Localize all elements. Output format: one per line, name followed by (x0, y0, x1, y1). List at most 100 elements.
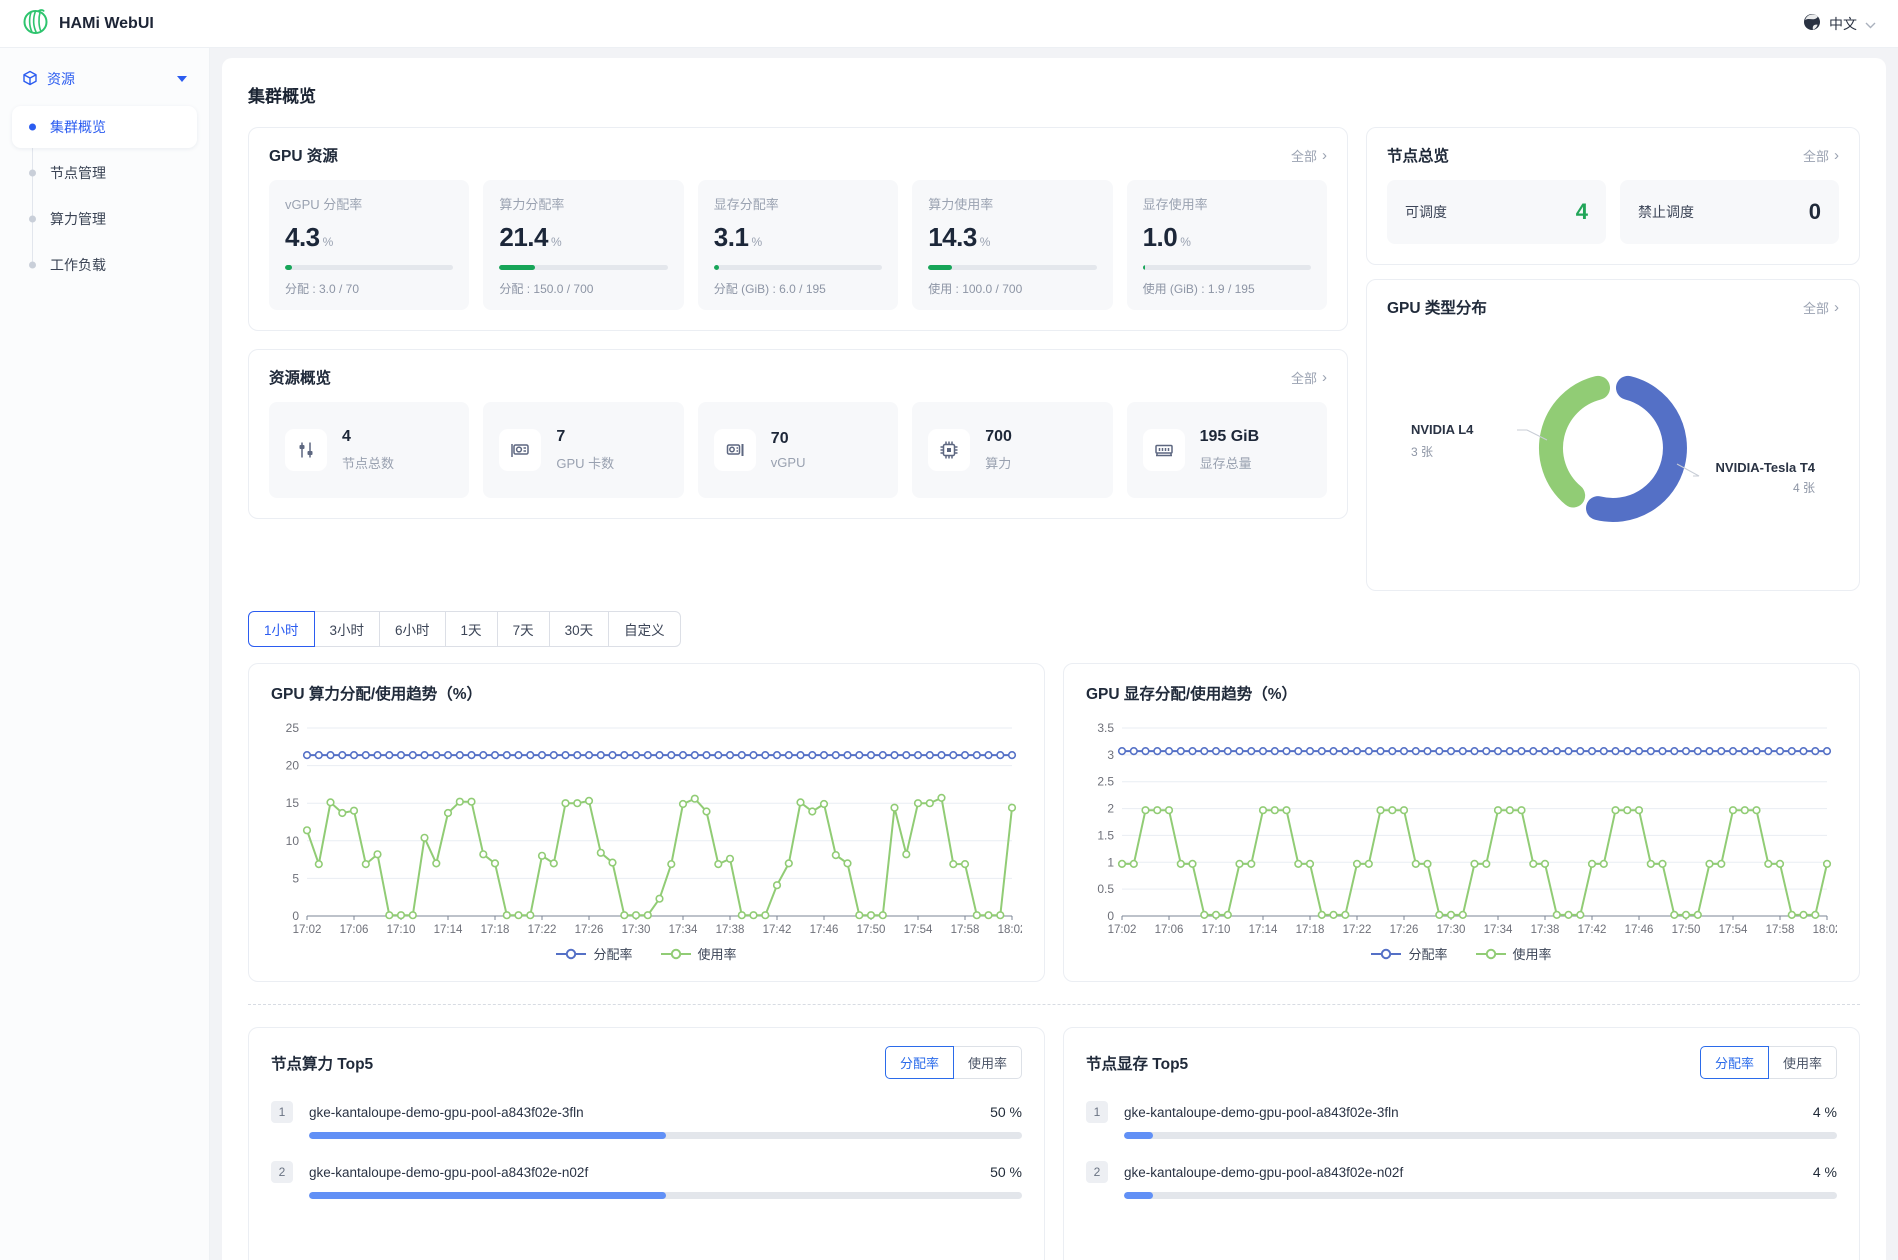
svg-text:5: 5 (292, 871, 299, 885)
legend-item-使用率[interactable]: 使用率 (1476, 944, 1552, 963)
sidebar-item-workloads[interactable]: 工作负载 (12, 244, 197, 286)
unschedulable-tile: 禁止调度 0 (1620, 180, 1839, 244)
svg-text:18:02: 18:02 (998, 924, 1022, 936)
compute-trend-chart: 051015202517:0217:0617:1017:1417:1817:22… (271, 714, 1022, 942)
resource-tile: 4节点总数 (269, 402, 469, 498)
sidebar-item-label: 集群概览 (50, 119, 106, 135)
svg-text:0: 0 (292, 909, 299, 923)
svg-text:17:54: 17:54 (1719, 924, 1748, 936)
legend-item-分配率[interactable]: 分配率 (1371, 944, 1447, 963)
resource-tile: 700算力 (912, 402, 1112, 498)
sidebar-item-compute-management[interactable]: 算力管理 (12, 198, 197, 240)
top5-toggle-0[interactable]: 分配率 (885, 1046, 954, 1079)
node-name: gke-kantaloupe-demo-gpu-pool-a843f02e-3f… (309, 1105, 584, 1120)
legend-item-使用率[interactable]: 使用率 (661, 944, 737, 963)
node-overview-view-all-link[interactable]: 全部 › (1803, 146, 1839, 165)
sidebar-group-resources[interactable]: 资源 (12, 60, 197, 98)
top5-row-item: 1 gke-kantaloupe-demo-gpu-pool-a843f02e-3… (271, 1101, 1022, 1139)
node-memory-top5-card: 节点显存 Top5 分配率使用率 1gke-kantaloupe-demo-gp… (1063, 1027, 1860, 1260)
metric-value-row: 1.0% (1143, 222, 1311, 253)
svg-text:17:50: 17:50 (1672, 924, 1701, 936)
rank-badge: 2 (271, 1161, 293, 1183)
top5-bar-track (1124, 1192, 1837, 1199)
sidebar-item-label: 节点管理 (50, 165, 106, 181)
resource-tile-value: 70 (771, 430, 806, 448)
node-percent-value: 50 % (990, 1164, 1022, 1180)
legend-item-分配率[interactable]: 分配率 (556, 944, 632, 963)
resource-tile-value: 195 GiB (1200, 428, 1260, 446)
node-percent-value: 4 % (1813, 1164, 1837, 1180)
time-range-option-1[interactable]: 3小时 (314, 611, 381, 647)
donut-slice-tesla-t4 (1598, 388, 1675, 510)
gpu-resources-title: GPU 资源 (269, 144, 338, 166)
svg-text:17:06: 17:06 (1155, 924, 1184, 936)
resource-tile-value: 4 (342, 428, 394, 446)
resource-tile-value: 700 (985, 428, 1012, 446)
main-area: 集群概览 GPU 资源 全部 › vGPU 分配率4.3%分配 : 3.0 / … (210, 48, 1898, 1260)
node-name: gke-kantaloupe-demo-gpu-pool-a843f02e-n0… (1124, 1165, 1403, 1180)
metric-progress-fill (285, 265, 292, 270)
legend-label: 分配率 (593, 944, 632, 963)
resource-tile-text: 195 GiB显存总量 (1200, 428, 1260, 472)
metric-progress-fill (499, 265, 535, 270)
time-range-option-5[interactable]: 30天 (549, 611, 610, 647)
top5-bar-track (309, 1132, 1022, 1139)
schedulable-value: 4 (1576, 199, 1588, 225)
node-memory-top5-rows: 1gke-kantaloupe-demo-gpu-pool-a843f02e-3… (1086, 1101, 1837, 1199)
time-range-option-3[interactable]: 1天 (445, 611, 498, 647)
top5-toggle-0[interactable]: 分配率 (1700, 1046, 1769, 1079)
metric-unit: % (1180, 235, 1191, 249)
gpu-type-distribution-card: GPU 类型分布 全部 › NVIDIA L43 张NVIDIA-Tesla T… (1366, 279, 1860, 591)
legend-label: 使用率 (1513, 944, 1552, 963)
svg-text:20: 20 (286, 759, 300, 773)
resource-tile: 195 GiB显存总量 (1127, 402, 1327, 498)
gpu-type-distribution-title: GPU 类型分布 (1387, 296, 1487, 318)
gpu-type-view-all-link[interactable]: 全部 › (1803, 298, 1839, 317)
svg-text:17:14: 17:14 (434, 924, 463, 936)
chevron-right-icon: › (1322, 148, 1327, 163)
resource-tile-text: 7GPU 卡数 (556, 428, 614, 472)
metric-label: 算力使用率 (928, 194, 1096, 213)
chevron-right-icon: › (1322, 370, 1327, 385)
sidebar-item-node-management[interactable]: 节点管理 (12, 152, 197, 194)
donut-label-count: 3 张 (1411, 445, 1433, 459)
top5-row-item: 1gke-kantaloupe-demo-gpu-pool-a843f02e-3… (1086, 1101, 1837, 1139)
metric-progress-track (1143, 265, 1311, 270)
top5-toggle-1[interactable]: 使用率 (1768, 1046, 1837, 1079)
resource-tile: 70 vGPU (698, 402, 898, 498)
resource-tile-value: 7 (556, 428, 614, 446)
svg-text:25: 25 (286, 721, 300, 735)
node-compute-top5-title: 节点算力 Top5 (271, 1052, 373, 1074)
memory-trend-chart: 00.511.522.533.517:0217:0617:1017:1417:1… (1086, 714, 1837, 942)
resource-overview-view-all-link[interactable]: 全部 › (1291, 368, 1327, 387)
svg-text:17:26: 17:26 (575, 924, 604, 936)
node-overview-card: 节点总览 全部 › 可调度 4 禁止调度 0 (1366, 127, 1860, 265)
resource-overview-title: 资源概览 (269, 366, 331, 388)
node-overview-title: 节点总览 (1387, 144, 1449, 166)
resource-tile-label: vGPU (771, 455, 806, 470)
metric-unit: % (751, 235, 762, 249)
metric-progress-fill (928, 265, 952, 270)
svg-text:17:38: 17:38 (1531, 924, 1560, 936)
node-percent-value: 4 % (1813, 1104, 1837, 1120)
node-memory-top5-toggles: 分配率使用率 (1700, 1046, 1837, 1079)
svg-text:17:42: 17:42 (1578, 924, 1607, 936)
main-panel: 集群概览 GPU 资源 全部 › vGPU 分配率4.3%分配 : 3.0 / … (222, 58, 1886, 1260)
svg-text:17:54: 17:54 (904, 924, 933, 936)
time-range-option-6[interactable]: 自定义 (608, 611, 681, 647)
svg-text:17:06: 17:06 (340, 924, 369, 936)
top5-toggle-1[interactable]: 使用率 (953, 1046, 1022, 1079)
memory-trend-legend: 分配率 使用率 (1086, 944, 1837, 967)
globe-icon (1803, 13, 1821, 34)
time-range-option-2[interactable]: 6小时 (379, 611, 446, 647)
svg-text:17:02: 17:02 (293, 924, 322, 936)
svg-text:1.5: 1.5 (1097, 828, 1114, 842)
vgpu-icon (714, 429, 756, 471)
time-range-option-4[interactable]: 7天 (497, 611, 550, 647)
rank-badge: 1 (271, 1101, 293, 1123)
sidebar-item-cluster-overview[interactable]: 集群概览 (12, 106, 197, 148)
metric-label: 显存分配率 (714, 194, 882, 213)
gpu-resources-view-all-link[interactable]: 全部 › (1291, 146, 1327, 165)
time-range-option-0[interactable]: 1小时 (248, 611, 315, 647)
language-selector[interactable]: 中文 (1803, 13, 1876, 34)
